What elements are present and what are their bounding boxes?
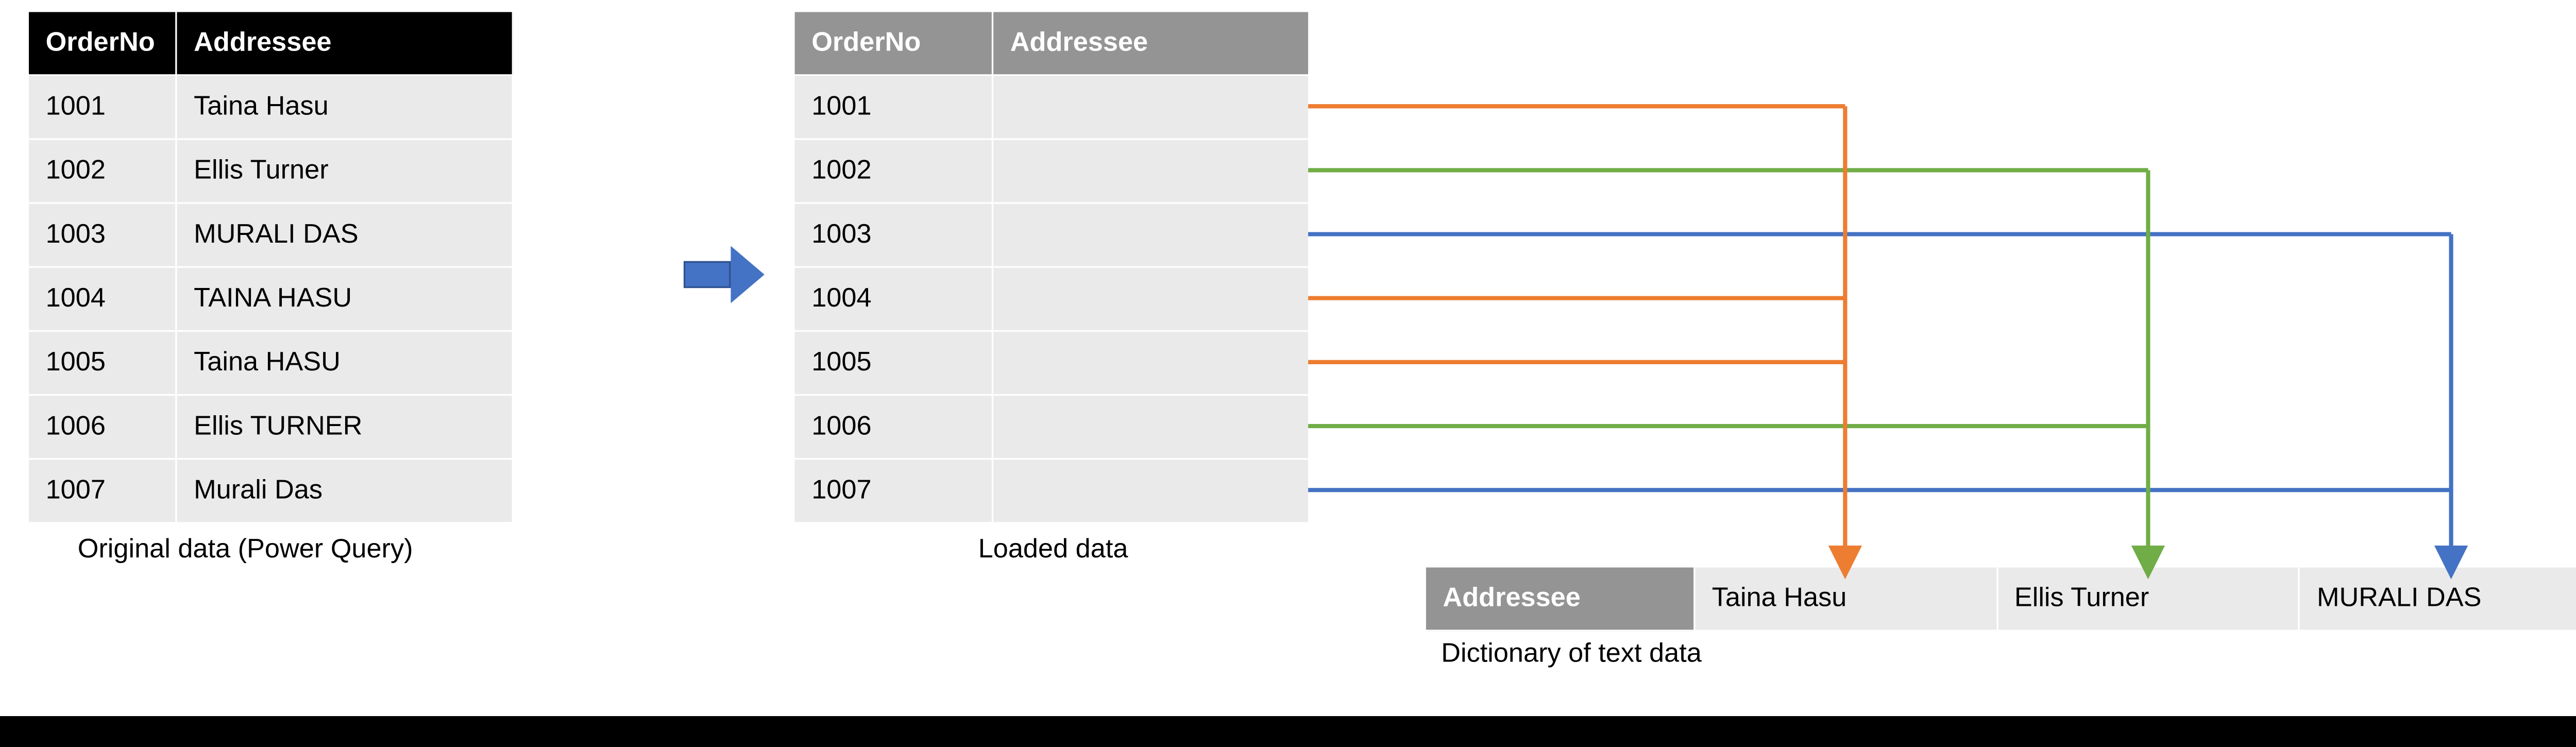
table-cell: 1003 — [28, 203, 176, 267]
original-data-table: OrderNo Addressee 1001Taina Hasu1002Elli… — [27, 10, 514, 524]
table-cell: Taina Hasu — [176, 75, 513, 139]
table-cell: Ellis TURNER — [176, 395, 513, 459]
dict-header: Addressee — [1425, 567, 1694, 631]
table-cell: 1005 — [794, 331, 993, 395]
table-row: 1002Ellis Turner — [28, 139, 513, 203]
table-cell: 1006 — [28, 395, 176, 459]
table-cell: 1002 — [794, 139, 993, 203]
dictionary-table: Addressee Taina HasuEllis TurnerMURALI D… — [1425, 566, 2576, 631]
loaded-header-orderno: OrderNo — [794, 11, 993, 75]
table-cell: 1006 — [794, 395, 993, 459]
transform-arrow-icon — [684, 246, 768, 303]
table-row: 1007 — [794, 459, 1309, 523]
orig-header-addressee: Addressee — [176, 11, 513, 75]
dict-value-cell: Taina Hasu — [1694, 567, 1996, 631]
table-row: 1001Taina Hasu — [28, 75, 513, 139]
table-cell: 1001 — [794, 75, 993, 139]
table-cell: TAINA HASU — [176, 267, 513, 331]
dictionary-caption: Dictionary of text data — [1441, 640, 1702, 670]
table-cell: 1001 — [28, 75, 176, 139]
table-row: 1006Ellis TURNER — [28, 395, 513, 459]
table-cell: 1005 — [28, 331, 176, 395]
table-cell — [992, 139, 1309, 203]
bottom-black-bar — [0, 716, 2576, 747]
table-cell — [992, 331, 1309, 395]
table-cell: Murali Das — [176, 459, 513, 523]
table-cell: Taina HASU — [176, 331, 513, 395]
table-cell: 1007 — [794, 459, 993, 523]
loaded-table-caption: Loaded data — [978, 535, 1128, 566]
orig-header-orderno: OrderNo — [28, 11, 176, 75]
table-row: 1004 — [794, 267, 1309, 331]
table-cell — [992, 203, 1309, 267]
table-row: 1001 — [794, 75, 1309, 139]
table-row: 1004TAINA HASU — [28, 267, 513, 331]
table-cell: 1004 — [794, 267, 993, 331]
table-cell: 1007 — [28, 459, 176, 523]
loaded-data-table: OrderNo Addressee 1001100210031004100510… — [793, 10, 1310, 524]
table-row: 1005Taina HASU — [28, 331, 513, 395]
table-row: 1002 — [794, 139, 1309, 203]
original-table-caption: Original data (Power Query) — [78, 535, 413, 566]
table-cell: 1003 — [794, 203, 993, 267]
table-row: 1003 — [794, 203, 1309, 267]
table-cell — [992, 395, 1309, 459]
table-cell: Ellis Turner — [176, 139, 513, 203]
table-cell — [992, 459, 1309, 523]
table-cell — [992, 267, 1309, 331]
dict-value-cell: Ellis Turner — [1997, 567, 2299, 631]
table-row: 1003MURALI DAS — [28, 203, 513, 267]
table-cell: MURALI DAS — [176, 203, 513, 267]
table-cell: 1004 — [28, 267, 176, 331]
table-row: 1006 — [794, 395, 1309, 459]
table-row: 1005 — [794, 331, 1309, 395]
table-cell: 1002 — [28, 139, 176, 203]
table-row: 1007Murali Das — [28, 459, 513, 523]
table-cell — [992, 75, 1309, 139]
dict-value-cell: MURALI DAS — [2299, 567, 2576, 631]
loaded-header-addressee: Addressee — [992, 11, 1309, 75]
